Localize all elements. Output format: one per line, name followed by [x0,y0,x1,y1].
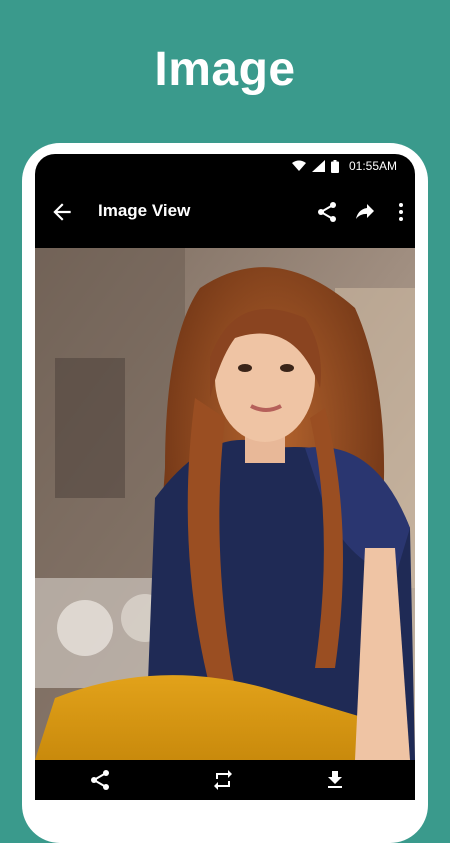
wifi-icon [291,160,306,171]
more-vert-icon [399,203,403,221]
photo-portrait [35,248,415,760]
download-icon [328,771,342,788]
forward-button[interactable] [353,200,377,224]
bottom-share-button[interactable] [88,768,112,792]
bottom-bar [35,760,415,800]
download-button[interactable] [323,768,347,792]
share-button[interactable] [315,200,339,224]
image-preview[interactable] [35,248,415,760]
signal-icon [311,160,325,172]
battery-icon [330,159,339,173]
share-icon [91,770,109,790]
repeat-icon [214,770,232,790]
promo-title: Image [154,43,296,96]
forward-icon [356,204,374,219]
back-button[interactable] [49,199,75,225]
share-icon [318,202,336,222]
app-bar: Image View [35,180,415,246]
app-title: Image View [98,201,191,220]
status-time: 01:55AM [348,159,397,173]
more-options-button[interactable] [389,200,413,224]
status-bar: 01:55AM [35,154,415,180]
repeat-button[interactable] [211,768,235,792]
phone-screen: 01:55AM Image View [35,154,415,800]
